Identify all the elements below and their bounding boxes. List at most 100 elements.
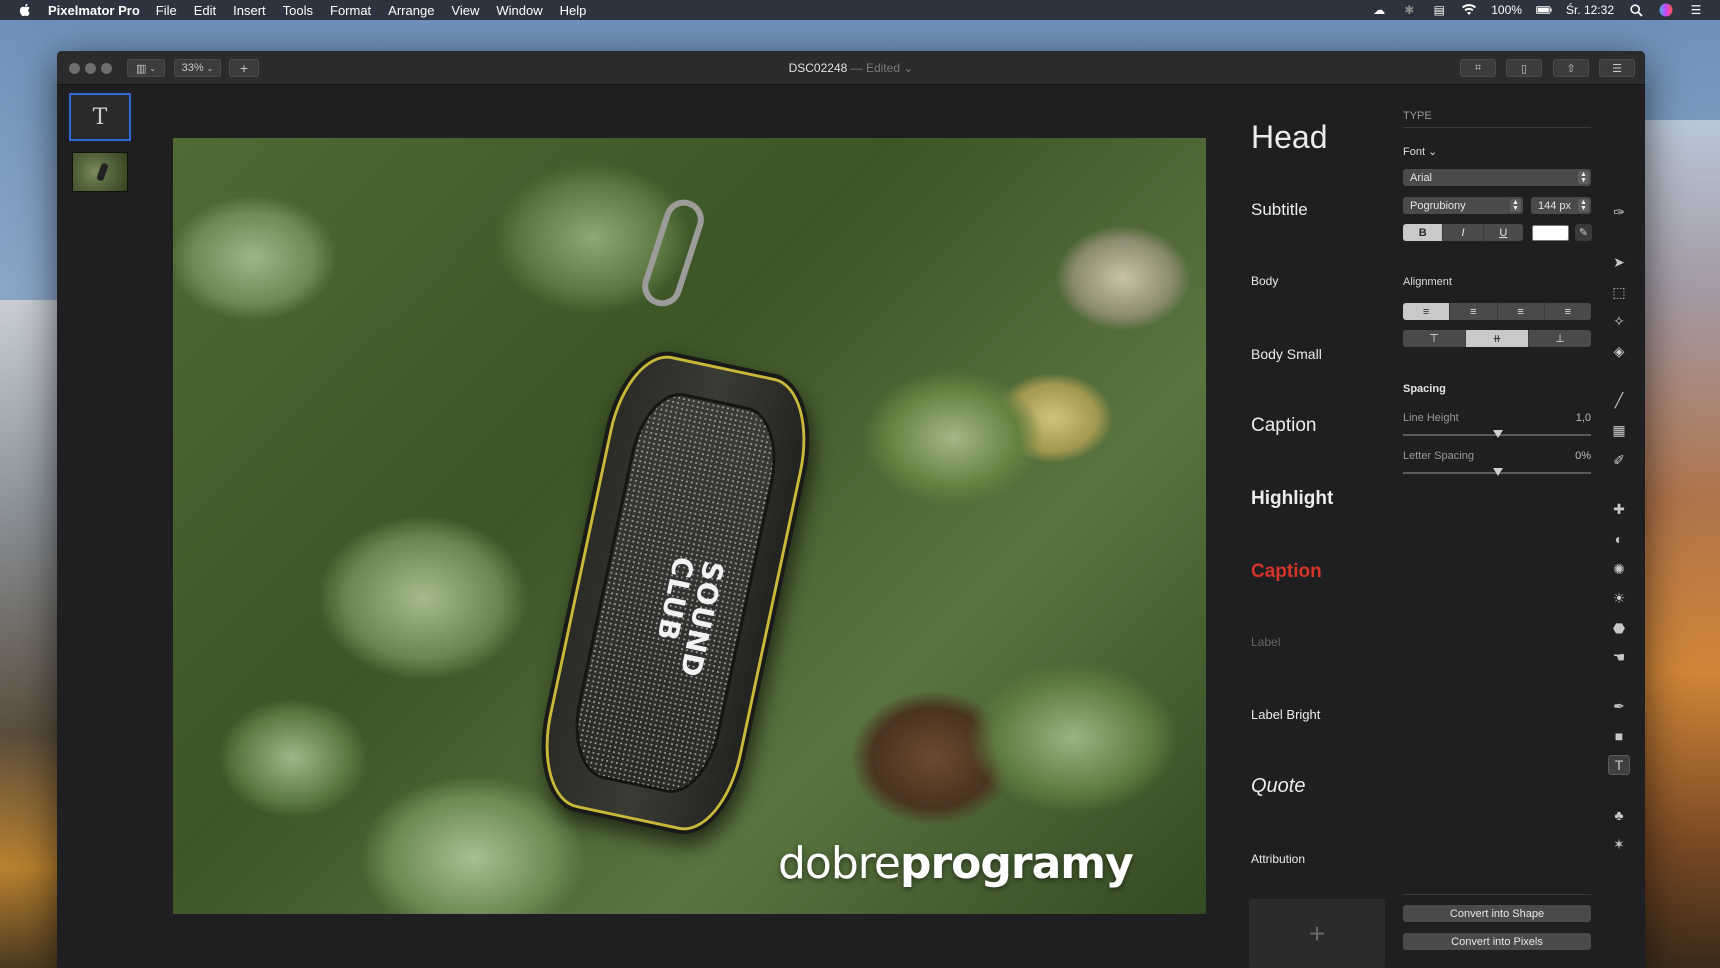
speaker-grill: SOUND CLUB — [563, 385, 788, 801]
eraser-tool-icon[interactable]: ✐ — [1608, 450, 1630, 470]
layer-text[interactable]: T — [69, 93, 131, 141]
divider — [1403, 127, 1591, 128]
pen-tool-icon[interactable]: ✒ — [1608, 696, 1630, 716]
wifi-icon[interactable] — [1461, 4, 1477, 16]
watermark-bold: programy — [899, 838, 1134, 889]
menu-help[interactable]: Help — [560, 3, 587, 18]
divider — [1403, 894, 1591, 895]
font-family-popup[interactable]: Arial ▲ ▼ — [1403, 169, 1591, 186]
search-icon[interactable] — [1628, 3, 1644, 17]
style-body-small[interactable]: Body Small — [1251, 346, 1322, 362]
line-height-slider-knob[interactable] — [1493, 430, 1503, 438]
eyedropper-icon[interactable]: ✎ — [1575, 224, 1592, 241]
text-layer-icon: T — [92, 104, 108, 130]
style-head[interactable]: Head — [1251, 119, 1328, 156]
font-size-field[interactable]: 144 px ▲ ▼ — [1531, 197, 1591, 214]
style-attribution[interactable]: Attribution — [1251, 852, 1305, 866]
font-size-value: 144 px — [1538, 199, 1572, 212]
menu-insert[interactable]: Insert — [233, 3, 266, 18]
color-adjust-tool-icon[interactable]: ♣ — [1608, 805, 1630, 825]
size-stepper-icon[interactable]: ▲ ▼ — [1578, 199, 1589, 212]
sliders-icon: ☰ — [1612, 62, 1622, 75]
layer-photo[interactable] — [72, 152, 128, 192]
align-justify-icon[interactable]: ≡ — [1545, 303, 1591, 320]
arrange-tool-icon[interactable]: ➤ — [1608, 252, 1630, 272]
carabiner — [636, 194, 710, 312]
tools-toggle-button[interactable]: ☰ — [1599, 59, 1635, 77]
keyboard-icon[interactable]: ▤ — [1431, 3, 1447, 17]
letter-spacing-label: Letter Spacing — [1403, 450, 1474, 462]
align-middle-icon[interactable]: ⧺ — [1466, 330, 1529, 347]
style-subtitle[interactable]: Subtitle — [1251, 200, 1308, 220]
quick-selection-tool-icon[interactable]: ◈ — [1608, 341, 1630, 361]
share-icon: ⇧ — [1566, 62, 1576, 75]
gradient-tool-icon[interactable]: ▦ — [1608, 420, 1630, 440]
clone-tool-icon[interactable]: ◐ — [1608, 529, 1630, 549]
font-heading[interactable]: Font ⌄ — [1403, 145, 1437, 158]
document-title[interactable]: DSC02248 — Edited ⌄ — [57, 61, 1645, 75]
style-caption[interactable]: Caption — [1251, 415, 1317, 437]
line-height-value[interactable]: 1,0 — [1551, 412, 1591, 424]
add-style-button[interactable]: + — [1249, 899, 1385, 968]
share-button[interactable]: ⇧ — [1553, 59, 1589, 77]
align-left-icon[interactable]: ≡ — [1403, 303, 1451, 320]
selection-tool-icon[interactable]: ⬚ — [1608, 282, 1630, 302]
menu-edit[interactable]: Edit — [194, 3, 216, 18]
lighten-tool-icon[interactable]: ☀ — [1608, 588, 1630, 608]
style-quote[interactable]: Quote — [1251, 775, 1305, 798]
shape-tool-icon[interactable]: ■ — [1608, 726, 1630, 746]
type-tool-icon[interactable]: T — [1608, 755, 1630, 775]
document-status: — Edited ⌄ — [850, 61, 914, 75]
menu-file[interactable]: File — [156, 3, 177, 18]
notification-center-icon[interactable]: ☰ — [1688, 3, 1704, 17]
convert-into-shape-button[interactable]: Convert into Shape — [1403, 905, 1591, 922]
clock[interactable]: Śr. 12:32 — [1566, 3, 1614, 17]
vertical-alignment-segmented: ⊤ ⧺ ⊥ — [1403, 330, 1591, 347]
sharpen-tool-icon[interactable]: ✺ — [1608, 559, 1630, 579]
align-top-icon[interactable]: ⊤ — [1403, 330, 1466, 347]
crop-button[interactable]: ⌗ — [1460, 59, 1496, 77]
style-caption-red[interactable]: Caption — [1251, 561, 1322, 583]
apple-icon[interactable] — [18, 3, 32, 17]
style-tool-icon[interactable]: ✑ — [1608, 202, 1630, 222]
bold-button[interactable]: B — [1403, 224, 1444, 241]
popup-arrows-icon: ▲ ▼ — [1578, 171, 1589, 184]
align-center-icon[interactable]: ≡ — [1450, 303, 1498, 320]
style-body[interactable]: Body — [1251, 274, 1278, 288]
crop-icon: ⌗ — [1474, 61, 1482, 74]
italic-button[interactable]: I — [1443, 224, 1484, 241]
menu-arrange[interactable]: Arrange — [388, 3, 434, 18]
style-label[interactable]: Label — [1251, 635, 1280, 649]
smudge-tool-icon[interactable]: ☚ — [1608, 647, 1630, 667]
menu-tools[interactable]: Tools — [283, 3, 313, 18]
paint-tool-icon[interactable]: ╱ — [1608, 390, 1630, 410]
menu-format[interactable]: Format — [330, 3, 371, 18]
menu-view[interactable]: View — [451, 3, 479, 18]
inspector-section-title: TYPE — [1403, 110, 1432, 122]
repair-tool-icon[interactable]: ✚ — [1608, 499, 1630, 519]
app-menu-name[interactable]: Pixelmator Pro — [48, 3, 140, 18]
text-color-well[interactable] — [1532, 225, 1569, 241]
creative-cloud-icon[interactable]: ☁ — [1371, 3, 1387, 17]
menu-bar: Pixelmator Pro File Edit Insert Tools Fo… — [0, 0, 1720, 20]
magic-wand-tool-icon[interactable]: ✧ — [1608, 311, 1630, 331]
letter-spacing-slider-knob[interactable] — [1493, 468, 1503, 476]
letter-spacing-value[interactable]: 0% — [1551, 450, 1591, 462]
style-highlight[interactable]: Highlight — [1251, 488, 1333, 510]
arrange-button[interactable]: ▯ — [1506, 59, 1542, 77]
text-layer-watermark[interactable]: dobreprogramy — [778, 838, 1134, 889]
battery-icon[interactable] — [1535, 4, 1552, 16]
align-bottom-icon[interactable]: ⊥ — [1529, 330, 1591, 347]
canvas-image[interactable]: SOUND CLUB dobreprogramy — [173, 138, 1206, 914]
underline-button[interactable]: U — [1484, 224, 1523, 241]
sponge-tool-icon[interactable]: ⬣ — [1608, 618, 1630, 638]
font-family-value: Arial — [1410, 171, 1433, 184]
font-style-popup[interactable]: Pogrubiony ▲ ▼ — [1403, 197, 1523, 214]
effects-tool-icon[interactable]: ✶ — [1608, 834, 1630, 854]
convert-into-pixels-button[interactable]: Convert into Pixels — [1403, 933, 1591, 950]
bluetooth-icon[interactable]: ✱ — [1401, 3, 1417, 17]
siri-icon[interactable] — [1658, 3, 1674, 17]
align-right-icon[interactable]: ≡ — [1498, 303, 1545, 320]
style-label-bright[interactable]: Label Bright — [1251, 707, 1320, 722]
menu-window[interactable]: Window — [496, 3, 542, 18]
